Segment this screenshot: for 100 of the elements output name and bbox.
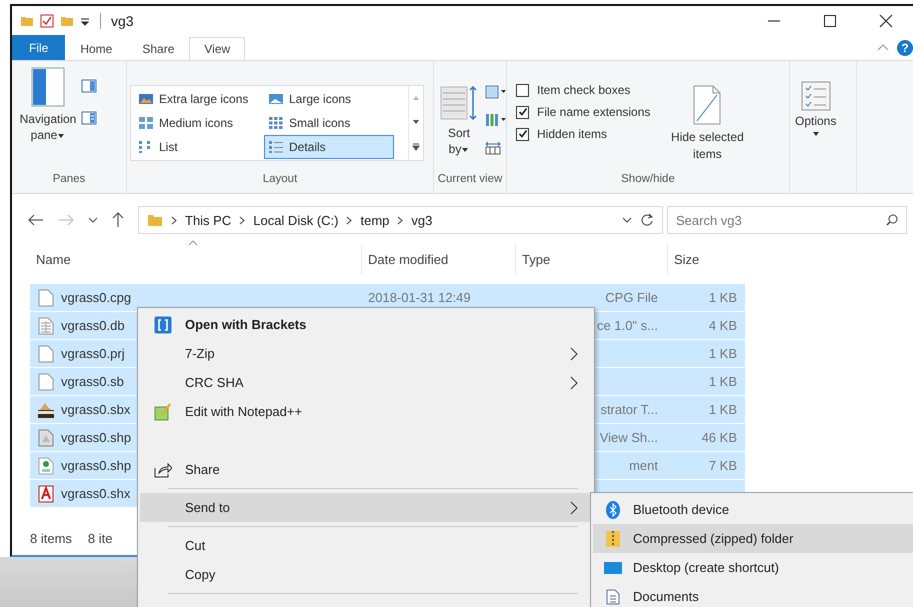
window-title: vg3	[111, 13, 134, 29]
checkbox-option[interactable]: Hidden items	[516, 127, 650, 141]
add-columns-icon[interactable]	[485, 113, 507, 127]
layout-option[interactable]: Medium icons	[134, 111, 264, 135]
ribbon-tab[interactable]: File	[12, 35, 66, 60]
chevron-icon[interactable]	[239, 216, 246, 224]
group-by-icon[interactable]	[485, 85, 507, 99]
address-bar[interactable]: This PC Local Disk (C:) temp vg3	[138, 206, 663, 234]
file-type: CPG File	[605, 290, 658, 305]
maximize-icon[interactable]	[823, 14, 837, 28]
column-header[interactable]: Type	[516, 244, 668, 274]
zipped-folder-icon	[605, 530, 621, 548]
chevron-icon[interactable]	[397, 216, 404, 224]
help-button[interactable]: ?	[897, 40, 913, 56]
folder-icon	[147, 212, 163, 228]
menu-item[interactable]: Cut	[140, 531, 592, 560]
layout-option[interactable]: Details	[264, 135, 394, 159]
checkbox-option[interactable]: File name extensions	[516, 105, 650, 119]
bluetooth-icon	[606, 500, 620, 518]
details-icon	[268, 140, 284, 154]
layout-option[interactable]: Small icons	[264, 111, 394, 135]
menu-item[interactable]: Copy	[140, 560, 592, 589]
share-icon	[154, 462, 172, 478]
file-name: vgrass0.shp	[61, 458, 132, 473]
expand-gallery-icon[interactable]	[412, 143, 420, 151]
chevron-icon[interactable]	[171, 216, 177, 224]
file-name: vgrass0.sbx	[61, 402, 130, 417]
navigation-pane-button[interactable]: Navigation pane	[15, 65, 81, 146]
file-name: vgrass0.shp	[61, 430, 132, 445]
checkbox-option[interactable]: Item check boxes	[516, 83, 650, 97]
file-icon	[38, 288, 54, 306]
documents-icon	[606, 588, 620, 604]
menu-item[interactable]: Share	[140, 455, 592, 484]
menu-item[interactable]: Edit with Notepad++	[140, 397, 592, 426]
dropdown-icon[interactable]	[622, 216, 632, 224]
file-icon	[38, 484, 54, 502]
caret-icon	[57, 133, 66, 140]
menu-item[interactable]: 7-Zip	[140, 339, 592, 368]
desktop-icon	[604, 560, 622, 574]
column-header[interactable]: Date modified	[362, 244, 516, 274]
collapse-icon[interactable]	[877, 43, 889, 53]
breadcrumb[interactable]: vg3	[411, 212, 432, 228]
menu-item[interactable]: Documents	[593, 582, 913, 607]
file-icon	[38, 344, 54, 362]
up-arrow-icon[interactable]	[112, 212, 124, 228]
notepad-icon	[154, 402, 172, 420]
file-icon	[38, 316, 54, 334]
ribbon-tab[interactable]: Home	[65, 37, 128, 60]
group-label: Show/hide	[620, 173, 676, 187]
size-columns-icon[interactable]	[485, 141, 501, 155]
group-label: Layout	[262, 173, 298, 187]
file-name: vgrass0.shx	[61, 486, 130, 501]
file-size: 4 KB	[708, 318, 737, 333]
recent-dropdown-icon[interactable]	[88, 216, 98, 224]
scroll-down-icon[interactable]	[412, 119, 420, 125]
sort-caret-icon	[188, 240, 198, 246]
file-icon	[38, 400, 54, 418]
layout-option[interactable]: Large icons	[264, 87, 394, 111]
layout-option[interactable]: Extra large icons	[134, 87, 264, 111]
file-icon	[38, 428, 54, 446]
file-name: vgrass0.sb	[61, 374, 124, 389]
chevron-icon[interactable]	[346, 216, 352, 224]
layout-option[interactable]: List	[134, 135, 264, 159]
group-label: Panes	[52, 173, 86, 187]
close-icon[interactable]	[879, 14, 893, 28]
hide-selected-items-button[interactable]: Hide selected items	[660, 83, 754, 165]
file-type: ment	[629, 458, 658, 473]
navigation-pane-icon	[31, 67, 65, 107]
back-arrow-icon[interactable]	[28, 214, 44, 226]
column-header[interactable]: Name	[30, 244, 362, 274]
item-count: 8 items	[30, 530, 72, 546]
caret-icon	[461, 147, 470, 154]
options-button[interactable]: Options	[793, 79, 838, 139]
column-header[interactable]: Size	[668, 244, 745, 274]
sort-by-button[interactable]: Sort by	[437, 83, 481, 160]
file-type: ce 1.0" s...	[597, 318, 658, 333]
menu-item[interactable]: Open with Brackets	[140, 310, 592, 339]
file-type: View Sh...	[600, 430, 658, 445]
menu-item[interactable]: Send to	[140, 493, 592, 522]
file-size: 1 KB	[708, 346, 737, 361]
breadcrumb[interactable]: Local Disk (C:)	[253, 212, 338, 228]
menu-item[interactable]: Desktop (create shortcut)	[593, 553, 913, 582]
breadcrumb[interactable]: temp	[360, 212, 390, 228]
ribbon-tab[interactable]: Share	[127, 37, 190, 60]
file-name: vgrass0.db	[61, 318, 125, 333]
file-name: vgrass0.prj	[61, 346, 125, 361]
selection-count: 8 ite	[88, 530, 112, 546]
breadcrumb[interactable]: This PC	[185, 212, 232, 228]
refresh-icon[interactable]	[640, 213, 654, 227]
menu-item[interactable]: Bluetooth device	[593, 495, 913, 524]
menu-item[interactable]: Compressed (zipped) folder	[593, 524, 913, 553]
details-pane-icon[interactable]	[81, 111, 97, 125]
ribbon-tab[interactable]: View	[189, 37, 246, 60]
date-modified: 2018-01-31 12:49	[368, 290, 471, 305]
file-size: 1 KB	[708, 374, 737, 389]
menu-item[interactable]: CRC SHA	[140, 368, 592, 397]
preview-pane-icon[interactable]	[81, 79, 97, 93]
search-field[interactable]: Search vg3	[667, 206, 907, 234]
hidden-page-icon	[692, 85, 722, 125]
checkmark-icon[interactable]	[40, 14, 54, 28]
